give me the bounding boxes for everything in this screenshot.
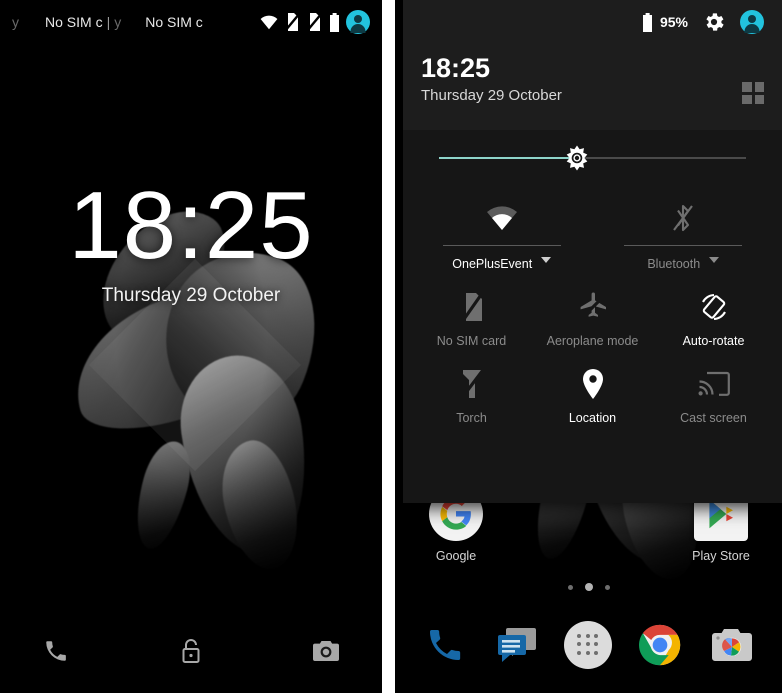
dock-chrome-app[interactable] (634, 619, 686, 671)
chevron-down-icon[interactable] (709, 256, 720, 263)
tile-label: Torch (456, 411, 487, 425)
dock-app-drawer[interactable] (562, 619, 614, 671)
brightness-slider[interactable] (403, 130, 782, 186)
auto-rotate-icon (698, 289, 730, 325)
phone-icon (46, 641, 66, 661)
messages-icon (497, 628, 536, 662)
unlock-indicator[interactable] (161, 637, 221, 665)
camera-icon (712, 629, 753, 661)
app-label: Play Store (692, 549, 750, 563)
tile-row-2: No SIM card Aeroplane mode Auto-rotate (411, 279, 774, 356)
tile-divider (624, 245, 743, 246)
lock-screen-wallpaper (0, 0, 382, 693)
no-sim-1-icon (285, 13, 301, 31)
no-sim-card-icon (459, 289, 485, 325)
tile-label: Auto-rotate (682, 334, 745, 348)
carrier-left-prefix: y (12, 14, 19, 30)
quick-settings-tiles: OnePlusEvent Bluetooth No SIM card Aerop… (403, 186, 782, 445)
battery-status: 95% (642, 12, 688, 32)
camera-icon (313, 641, 339, 661)
phone-icon (429, 630, 461, 661)
lock-screen-phone: y No SIM c | y No SIM c 18:25 Thursday 2… (0, 0, 382, 693)
carrier-left-label: No SIM c (45, 14, 103, 30)
tile-auto-rotate[interactable]: Auto-rotate (653, 279, 774, 356)
brightness-track[interactable] (439, 145, 746, 171)
tile-aeroplane-mode[interactable]: Aeroplane mode (532, 279, 653, 356)
app-drawer-icon (564, 621, 613, 669)
home-dock (395, 619, 782, 671)
location-pin-icon (581, 366, 605, 402)
tile-row-3: Torch Location Cast screen (411, 356, 774, 433)
cast-screen-icon (698, 366, 730, 402)
quick-settings-shade: 95% 18:25 Thursday 29 October OnePlusEve… (403, 0, 782, 503)
user-avatar-icon[interactable] (740, 10, 764, 34)
tile-detail-row[interactable]: OnePlusEvent (452, 248, 552, 271)
tile-label: Location (568, 411, 617, 425)
carrier-separator: | (106, 14, 111, 30)
camera-shortcut[interactable] (296, 639, 356, 663)
lock-clock-widget: 18:25 Thursday 29 October (0, 175, 382, 307)
lock-status-bar: y No SIM c | y No SIM c (0, 0, 382, 44)
wallpaper-vignette (0, 0, 382, 693)
qs-clock-block: 18:25 Thursday 29 October (421, 44, 764, 104)
tile-label: Cast screen (680, 411, 747, 425)
tile-wifi[interactable]: OnePlusEvent (411, 190, 593, 279)
grid-2x2-icon[interactable] (742, 82, 764, 104)
brightness-fill (439, 157, 578, 159)
phone-shortcut[interactable] (26, 638, 86, 664)
battery-percent-label: 95% (659, 14, 688, 30)
wifi-icon (260, 15, 278, 30)
no-sim-2-icon (307, 13, 323, 31)
tile-bluetooth[interactable]: Bluetooth (593, 190, 775, 279)
unlock-padlock-icon (182, 639, 200, 663)
dock-camera-app[interactable] (706, 619, 758, 671)
app-label: Google (435, 549, 477, 563)
tile-label: Bluetooth (647, 257, 701, 271)
gear-icon[interactable] (702, 10, 726, 34)
chevron-down-icon[interactable] (541, 256, 552, 263)
quick-settings-header: 95% 18:25 Thursday 29 October (403, 0, 782, 130)
lock-time: 18:25 (68, 172, 314, 279)
lock-shortcut-bar (0, 637, 382, 665)
page-dot-active[interactable] (584, 583, 593, 591)
qs-status-bar: 95% (421, 0, 764, 44)
tile-divider (442, 245, 561, 246)
screenshot-stage: y No SIM c | y No SIM c 18:25 Thursday 2… (0, 0, 782, 693)
dock-messages-app[interactable] (491, 619, 543, 671)
tile-torch[interactable]: Torch (411, 356, 532, 433)
torch-off-icon (459, 366, 485, 402)
lock-date: Thursday 29 October (101, 284, 281, 306)
carrier-right-prefix: y (114, 14, 122, 30)
battery-icon (330, 12, 339, 32)
page-dot[interactable] (567, 584, 573, 590)
qs-time: 18:25 (421, 53, 491, 83)
wifi-icon (486, 200, 518, 236)
airplane-icon (578, 289, 608, 325)
dock-phone-app[interactable] (419, 619, 471, 671)
bluetooth-off-icon (671, 200, 695, 236)
quick-settings-phone: Google Play Store 95% 18:25 Thursday 29 … (395, 0, 782, 693)
chrome-icon (639, 624, 681, 666)
carrier-right-label: No SIM c (145, 14, 203, 30)
battery-icon (642, 12, 652, 32)
tile-row-connectivity: OnePlusEvent Bluetooth (411, 190, 774, 279)
brightness-sun-icon[interactable] (564, 145, 590, 171)
tile-location[interactable]: Location (532, 356, 653, 433)
home-page-indicator (395, 583, 782, 591)
tile-label: No SIM card (436, 334, 507, 348)
tile-label: OnePlusEvent (452, 257, 533, 271)
user-avatar-icon[interactable] (346, 10, 370, 34)
tile-detail-row[interactable]: Bluetooth (647, 248, 720, 271)
qs-date: Thursday 29 October (421, 86, 562, 104)
tile-no-sim-card[interactable]: No SIM card (411, 279, 532, 356)
page-dot[interactable] (604, 584, 610, 590)
tile-cast-screen[interactable]: Cast screen (653, 356, 774, 433)
tile-label: Aeroplane mode (546, 334, 639, 348)
status-bar-icon-group (259, 10, 370, 34)
